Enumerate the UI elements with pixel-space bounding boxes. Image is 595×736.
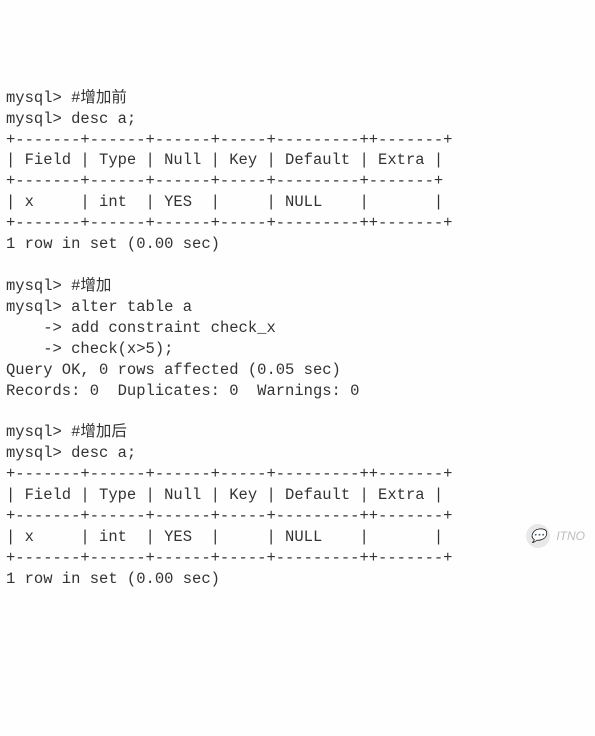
table-border: +-------+------+------+-----+---------+-…	[6, 172, 443, 190]
prompt: mysql>	[6, 423, 62, 441]
query-ok: Query OK, 0 rows affected (0.05 sec)	[6, 361, 341, 379]
mysql-terminal: mysql> #增加前 mysql> desc a; +-------+----…	[6, 88, 589, 590]
cmd-alter-table: alter table a	[71, 298, 192, 316]
comment-after: #增加后	[71, 423, 127, 441]
table-border: +-------+------+------+-----+---------++…	[6, 131, 452, 149]
table-header: | Field | Type | Null | Key | Default | …	[6, 151, 443, 169]
cont-prompt: ->	[6, 340, 62, 358]
result-footer: 1 row in set (0.00 sec)	[6, 570, 220, 588]
cmd-check: check(x>5);	[71, 340, 173, 358]
prompt: mysql>	[6, 444, 62, 462]
table-row: | x | int | YES | | NULL | |	[6, 193, 443, 211]
prompt: mysql>	[6, 89, 62, 107]
cont-prompt: ->	[6, 319, 62, 337]
watermark-icon: 💬	[526, 524, 550, 548]
table-border: +-------+------+------+-----+---------++…	[6, 214, 452, 232]
cmd-add-constraint: add constraint check_x	[71, 319, 276, 337]
table-header: | Field | Type | Null | Key | Default | …	[6, 486, 443, 504]
table-border: +-------+------+------+-----+---------++…	[6, 549, 452, 567]
table-border: +-------+------+------+-----+---------++…	[6, 465, 452, 483]
comment-add: #增加	[71, 277, 111, 295]
table-border: +-------+------+------+-----+---------++…	[6, 507, 452, 525]
prompt: mysql>	[6, 298, 62, 316]
records-line: Records: 0 Duplicates: 0 Warnings: 0	[6, 382, 359, 400]
cmd-desc-a-1: desc a;	[71, 110, 136, 128]
watermark-text: ITNO	[556, 528, 585, 544]
cmd-desc-a-2: desc a;	[71, 444, 136, 462]
watermark: 💬 ITNO	[526, 524, 585, 548]
prompt: mysql>	[6, 110, 62, 128]
prompt: mysql>	[6, 277, 62, 295]
result-footer: 1 row in set (0.00 sec)	[6, 235, 220, 253]
comment-before: #增加前	[71, 89, 127, 107]
table-row: | x | int | YES | | NULL | |	[6, 528, 443, 546]
